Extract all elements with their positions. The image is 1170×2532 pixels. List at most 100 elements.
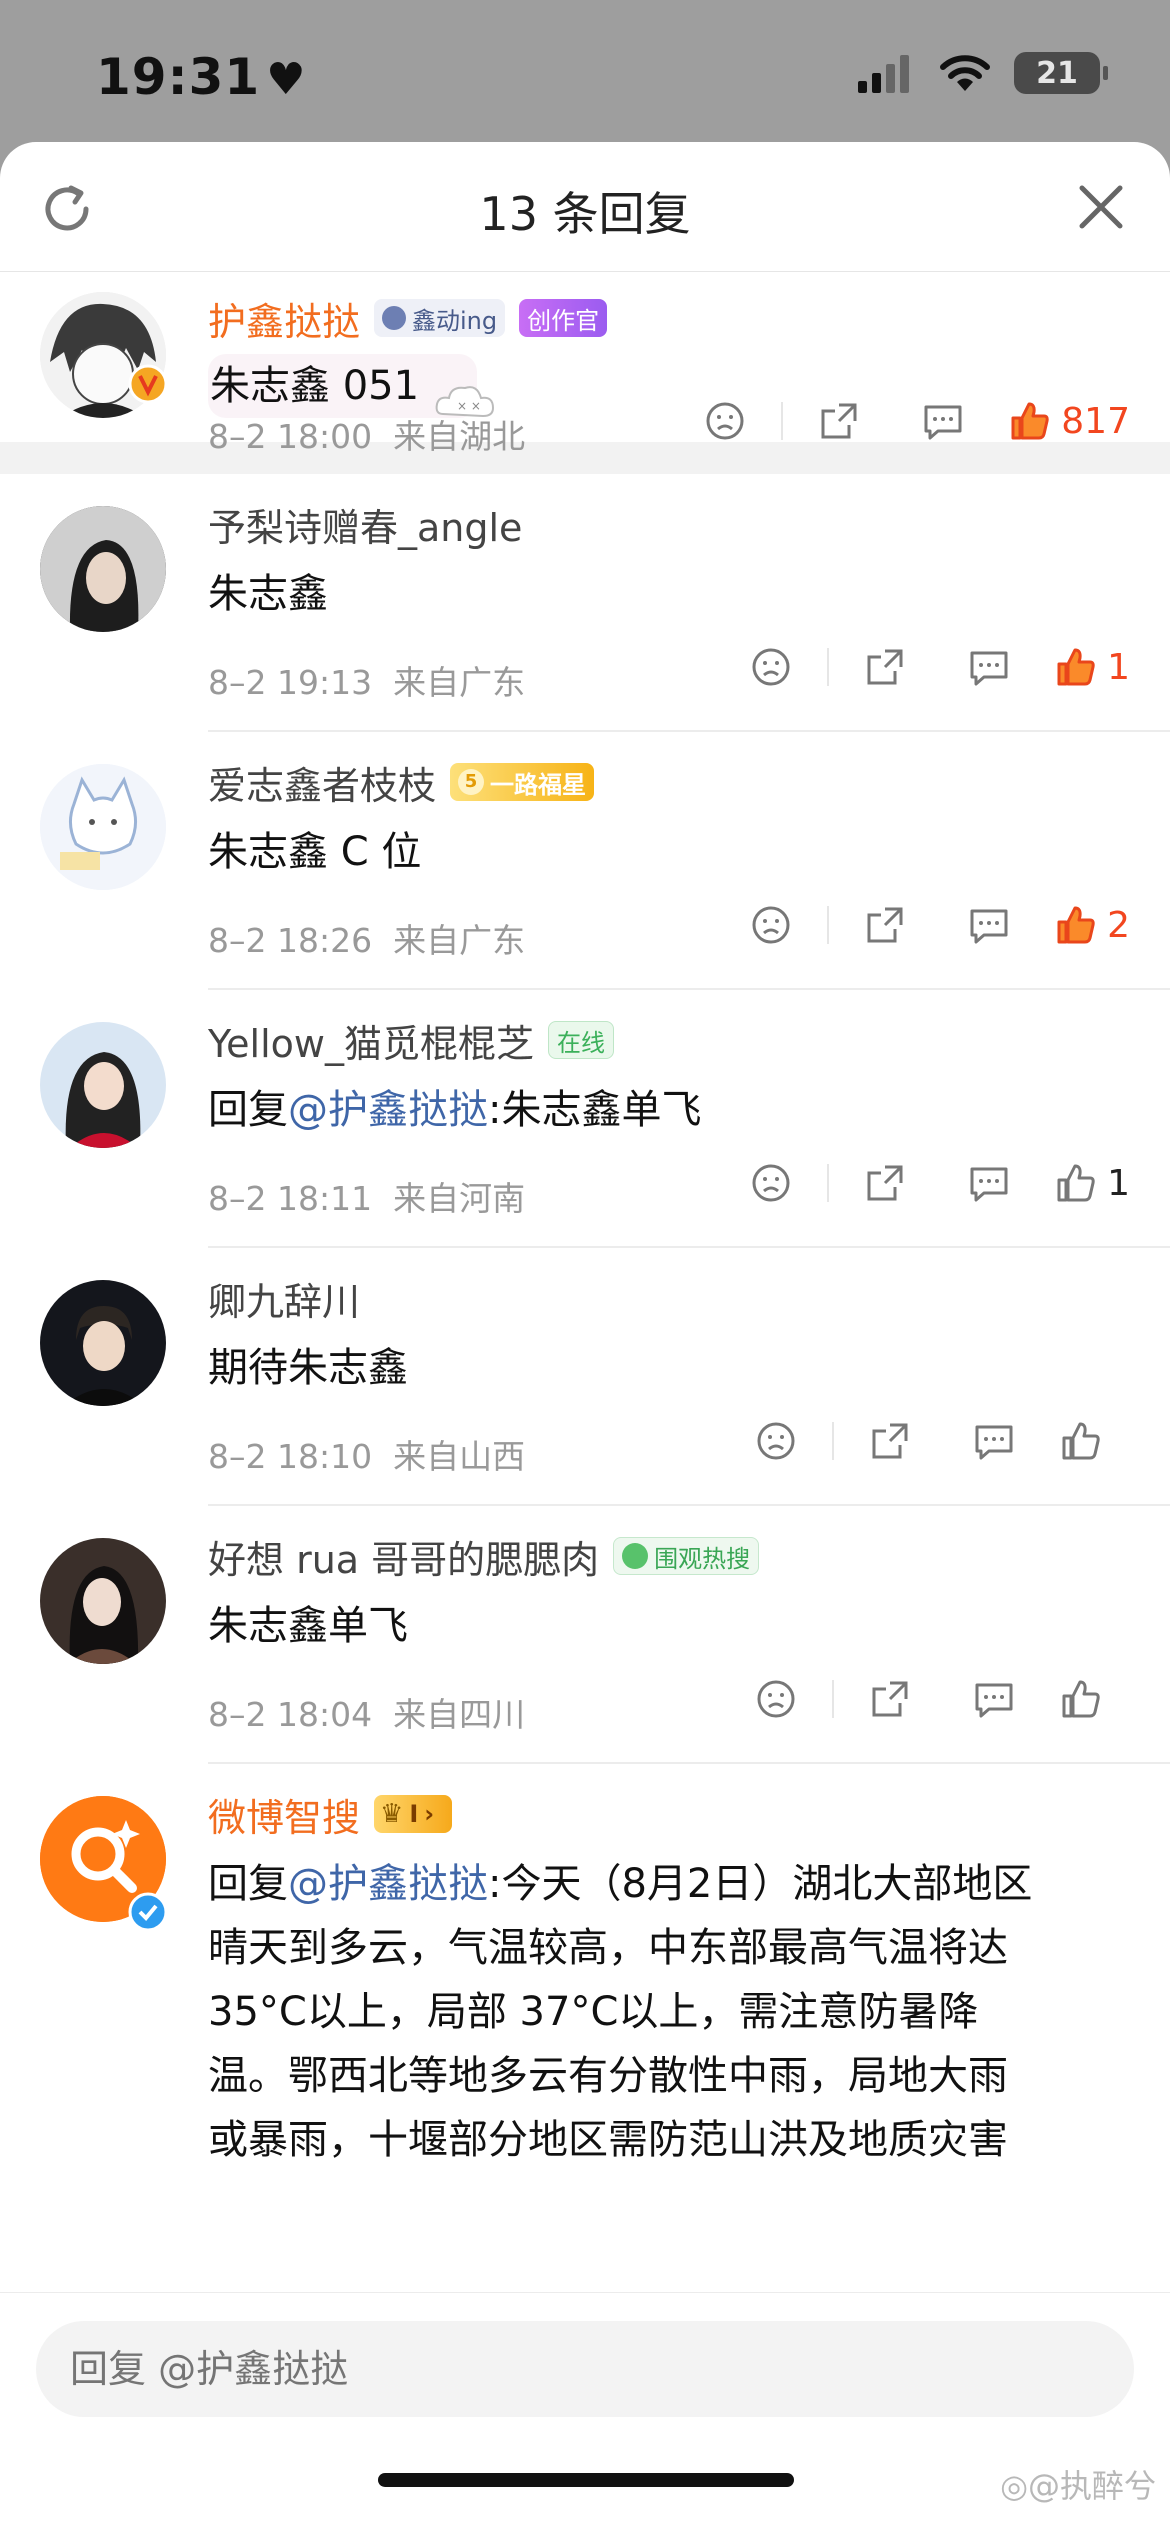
badge-label: 鑫动ing	[412, 306, 498, 335]
weibo-logo-icon: ◎	[1000, 2467, 1028, 2505]
thumbs-up-icon	[1057, 906, 1095, 944]
like-button[interactable]: 1	[1041, 646, 1170, 688]
share-icon	[872, 1423, 908, 1459]
badge-creator: 创作官	[519, 299, 608, 337]
close-icon[interactable]	[1076, 182, 1126, 232]
dislike-button[interactable]	[719, 1163, 823, 1203]
like-count: 2	[1107, 904, 1130, 946]
comment-actions: 1	[719, 646, 1170, 688]
dislike-button[interactable]	[724, 1679, 828, 1719]
comment-meta: 8–2 18:26 来自广东	[208, 914, 525, 962]
share-icon	[821, 403, 857, 439]
comment-button[interactable]	[937, 647, 1041, 687]
share-button[interactable]	[838, 1679, 942, 1719]
separator	[827, 906, 830, 944]
reply-item: 予梨诗赠春_angle 朱志鑫 8–2 19:13 来自广东 1	[0, 474, 1170, 732]
mention-link[interactable]: @护鑫挞挞	[288, 1087, 488, 1133]
smile-face-icon	[622, 1543, 649, 1569]
section-divider	[0, 442, 1170, 474]
avatar[interactable]	[40, 506, 166, 632]
home-indicator[interactable]	[378, 2473, 794, 2487]
dislike-button[interactable]	[719, 905, 823, 945]
avatar-photo	[40, 506, 166, 632]
like-count: 817	[1061, 400, 1130, 442]
like-button[interactable]	[1046, 1678, 1170, 1720]
like-count: 1	[1107, 1162, 1130, 1204]
sad-face-icon	[757, 1422, 795, 1460]
dislike-button[interactable]	[724, 1421, 828, 1461]
level-badge-icon: 5	[458, 769, 485, 795]
reply-item: Yellow_猫觅棍棍芝 在线 回复@护鑫挞挞:朱志鑫单飞 8–2 18:11 …	[0, 990, 1170, 1248]
reply-item: 爱志鑫者枝枝 5 一路福星 朱志鑫 C 位 8–2 18:26 来自广东 2	[0, 732, 1170, 990]
like-button[interactable]	[1046, 1420, 1170, 1462]
avatar[interactable]	[40, 1022, 166, 1148]
status-bar: 19:31 ♥ 21	[0, 0, 1170, 140]
badge-label: 在线	[557, 1028, 605, 1057]
badge-label: I	[409, 1800, 419, 1828]
avatar[interactable]	[40, 1538, 166, 1664]
comment-location: 来自广东	[393, 921, 526, 960]
reply-prefix: 回复	[208, 1861, 288, 1907]
like-button[interactable]: 817	[995, 400, 1170, 442]
author-name: 护鑫挞挞	[208, 299, 361, 344]
comment-text: 朱志鑫 C 位	[208, 829, 422, 875]
thumbs-up-icon	[1062, 1680, 1100, 1718]
comment-icon	[975, 1683, 1013, 1718]
separator	[832, 1680, 834, 1718]
comment-icon	[970, 651, 1008, 686]
comment-author[interactable]: Yellow_猫觅棍棍芝 在线	[208, 1012, 1170, 1068]
watermark: ◎@执醉兮	[1000, 2461, 1156, 2507]
like-button[interactable]: 1	[1041, 1162, 1170, 1204]
thumbs-up-icon	[1057, 648, 1095, 686]
share-button[interactable]	[838, 1421, 942, 1461]
comment-button[interactable]	[937, 1163, 1041, 1203]
like-button[interactable]: 2	[1041, 904, 1170, 946]
comment-actions	[724, 1678, 1170, 1720]
comment-author[interactable]: 予梨诗赠春_angle	[208, 496, 1170, 552]
dislike-button[interactable]	[719, 647, 823, 687]
share-icon	[872, 1681, 908, 1717]
thumbs-up-icon	[1062, 1422, 1100, 1460]
mention-link[interactable]: @护鑫挞挞	[288, 1861, 488, 1907]
comment-icon	[970, 909, 1008, 944]
comment-button[interactable]	[937, 905, 1041, 945]
verified-badge-icon	[128, 364, 168, 404]
comment-author[interactable]: 好想 rua 哥哥的腮腮肉 围观热搜	[208, 1528, 1170, 1584]
comment-actions: 817	[673, 400, 1170, 442]
sheet-header: 13 条回复	[0, 142, 1170, 272]
battery-icon: 21	[1014, 52, 1108, 94]
page-title: 13 条回复	[479, 187, 691, 241]
like-count: 1	[1107, 646, 1130, 688]
comment-text: 回复@护鑫挞挞:今天（8月2日）湖北大部地区 晴天到多云，气温较高，中东部最高气…	[208, 1852, 1148, 2172]
share-button[interactable]	[787, 401, 891, 441]
share-button[interactable]	[833, 905, 937, 945]
comment-author[interactable]: 微博智搜 ♛ I ›	[208, 1786, 1170, 1842]
comment-button[interactable]	[942, 1421, 1046, 1461]
comment-button[interactable]	[942, 1679, 1046, 1719]
share-button[interactable]	[833, 647, 937, 687]
comment-actions: 1	[719, 1162, 1170, 1204]
share-button[interactable]	[833, 1163, 937, 1203]
comment-button[interactable]	[891, 401, 995, 441]
comment-actions: 2	[719, 904, 1170, 946]
comment-meta: 8–2 18:00 来自湖北	[208, 410, 525, 458]
comment-icon	[970, 1167, 1008, 1202]
text-line: 温。鄂西北等地多云有分散性中雨，局地大雨	[208, 2053, 1008, 2099]
comment-meta: 8–2 19:13 来自广东	[208, 656, 525, 704]
dislike-button[interactable]	[673, 401, 777, 441]
crown-icon: ♛	[380, 1799, 404, 1829]
separator	[827, 648, 830, 686]
heart-icon: ♥	[266, 54, 307, 105]
comment-text: 朱志鑫	[208, 571, 328, 617]
comment-author[interactable]: 爱志鑫者枝枝 5 一路福星	[208, 754, 1170, 810]
comment-author[interactable]: 护鑫挞挞 鑫动ing 创作官	[208, 290, 1170, 346]
reply-input[interactable]	[36, 2321, 1134, 2417]
comment-author[interactable]: 卿九辞川	[208, 1270, 1170, 1326]
separator	[832, 1422, 834, 1460]
comment-meta: 8–2 18:10 来自山西	[208, 1430, 525, 1478]
author-name: 微博智搜	[208, 1795, 361, 1840]
comment-icon	[924, 405, 962, 440]
avatar[interactable]	[40, 1280, 166, 1406]
avatar-illustration	[40, 764, 166, 890]
avatar[interactable]	[40, 764, 166, 890]
